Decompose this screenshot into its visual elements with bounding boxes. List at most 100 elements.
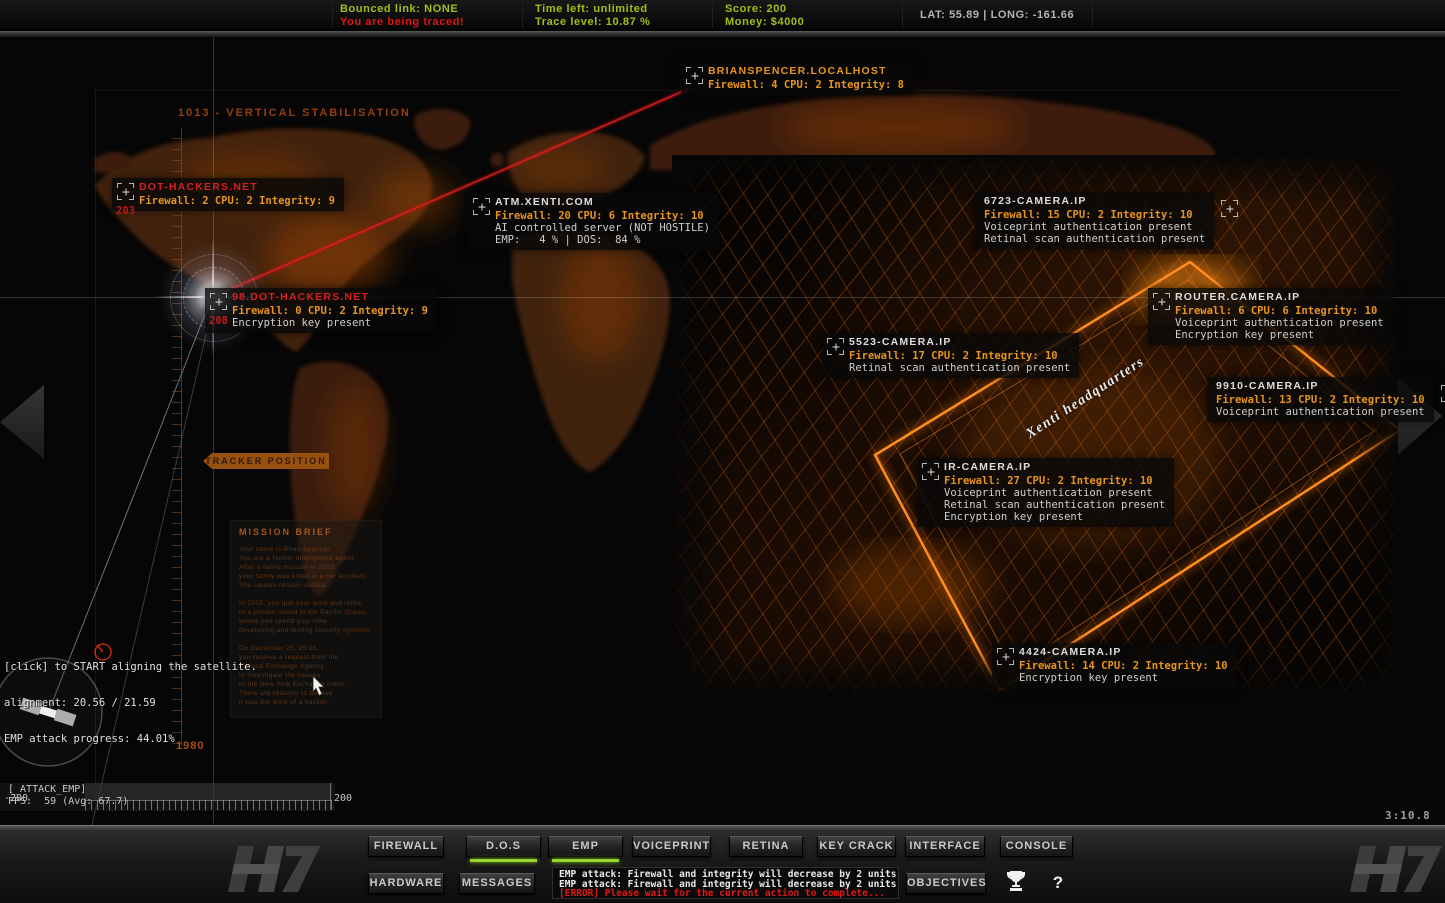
mission-brief-line: of the New York Exchange crash. (239, 680, 373, 689)
node-info-line: AI controlled server (NOT HOSTILE) (495, 222, 710, 234)
bounced-link-status: Bounced link: NONE (340, 3, 458, 15)
node-stats: Firewall: 15 CPU: 2 Integrity: 10 (984, 209, 1205, 221)
messages-button[interactable]: MESSAGES (459, 873, 535, 894)
node-hostname: IR-CAMERA.IP (944, 461, 1165, 473)
mission-brief-line: You are a former intelligence agent. (239, 554, 373, 563)
tracker-position-tag[interactable]: TRACKER POSITION (203, 453, 329, 469)
trophy-icon (1006, 870, 1026, 892)
node-info-line: Encryption key present (1175, 329, 1384, 341)
node-stats: Firewall: 14 CPU: 2 Integrity: 10 (1019, 660, 1228, 672)
node-6723-camera-ip[interactable]: 6723-CAMERA.IP Firewall: 15 CPU: 2 Integr… (975, 192, 1214, 249)
trace-level: Trace level: 10.87 % (535, 16, 650, 28)
top-status-bar: Bounced link: NONE You are being traced!… (0, 0, 1445, 31)
mission-brief-title: MISSION BRIEF (239, 527, 373, 537)
node-info-line: Retinal scan authentication present (984, 233, 1205, 245)
coordinates-display: LAT: 55.89 | LONG: -161.66 (920, 9, 1074, 21)
target-crosshair-icon (473, 198, 490, 215)
node-4424-camera-ip[interactable]: 4424-CAMERA.IP Firewall: 14 CPU: 2 Integr… (992, 643, 1237, 688)
mission-brief-line (239, 590, 373, 599)
mission-brief-line: you receive a request from the (239, 653, 373, 662)
target-crosshair-icon (827, 338, 844, 355)
mission-brief-line: In 2005, you quit your work and retire (239, 599, 373, 608)
voiceprint-button[interactable]: VOICEPRINT (632, 836, 711, 857)
time-left: Time left: unlimited (535, 3, 648, 15)
bottom-toolbar: FIREWALL D.O.S EMP VOICEPRINT RETINA KEY CRAC… (0, 825, 1445, 903)
satellite-hint-line: alignment: 20.56 / 21.59 (4, 697, 257, 709)
mission-brief-line: On December 25, 25:15, (239, 644, 373, 653)
ruler-endcap (330, 783, 331, 810)
mission-brief-line: Your name is Brian Spencer. (239, 545, 373, 554)
node-dot-hackers-net[interactable]: DOT-HACKERS.NET Firewall: 2 CPU: 2 Integr… (112, 178, 344, 211)
node-hostname: ATM.XENTI.COM (495, 196, 710, 208)
node-stats: Firewall: 4 CPU: 2 Integrity: 8 (708, 79, 904, 91)
node-hostname: ROUTER.CAMERA.IP (1175, 291, 1384, 303)
game-screen: 1013 - VERTICAL STABILISATION 1980 Xenti… (0, 0, 1445, 903)
console-button[interactable]: CONSOLE (1000, 836, 1073, 857)
money-display: Money: $4000 (725, 16, 804, 28)
mission-clock: 3:10.8 (1385, 809, 1431, 822)
hardware-button[interactable]: HARDWARE (368, 873, 444, 894)
topbar-bevel (0, 30, 1445, 37)
console-error-line: [ERROR] Please wait for the current acti… (559, 889, 892, 899)
node-hostname: 98.DOT-HACKERS.NET (232, 291, 428, 303)
node-stats: Firewall: 27 CPU: 2 Integrity: 10 (944, 475, 1165, 487)
node-hostname: 5523-CAMERA.IP (849, 336, 1070, 348)
target-crosshair-icon (1441, 385, 1445, 402)
interface-button[interactable]: INTERFACE (905, 836, 985, 857)
node-stats: Firewall: 17 CPU: 2 Integrity: 10 (849, 350, 1070, 362)
mission-brief-line: After a failed mission in 2003, (239, 563, 373, 572)
node-stats: Firewall: 2 CPU: 2 Integrity: 9 (139, 195, 335, 207)
trace-warning: You are being traced! (340, 16, 464, 28)
target-crosshair-icon (117, 183, 134, 200)
node-hostname: DOT-HACKERS.NET (139, 181, 335, 193)
mission-brief-line (239, 635, 373, 644)
achievements-button[interactable] (1000, 870, 1032, 896)
node-9910-camera-ip[interactable]: 9910-CAMERA.IP Firewall: 13 CPU: 2 Integr… (1207, 377, 1434, 422)
node-trace-number: 203 (116, 205, 135, 217)
node-info-line: Encryption key present (1019, 672, 1228, 684)
score-display: Score: 200 (725, 3, 787, 15)
mission-brief-line: to a private island in the Pacific Ocean… (239, 608, 373, 617)
d-o-s-button[interactable]: D.O.S (466, 836, 541, 857)
firewall-button[interactable]: FIREWALL (368, 836, 444, 857)
satellite-hint-line: EMP attack progress: 44.01% (4, 733, 257, 745)
mission-brief-line: to investigate the causes (239, 671, 373, 680)
mission-brief-line: The causes remain unclear. (239, 581, 373, 590)
target-crosshair-icon (997, 648, 1014, 665)
message-console: EMP attack: Firewall and integrity will … (552, 867, 899, 899)
target-crosshair-icon (1153, 293, 1170, 310)
node-98-dot-hackers-net[interactable]: 98.DOT-HACKERS.NET Firewall: 0 CPU: 2 Int… (205, 288, 437, 333)
satellite-hint-line: [click] to START aligning the satellite. (4, 661, 257, 673)
node-info-line: Encryption key present (944, 511, 1165, 523)
node-hostname: 4424-CAMERA.IP (1019, 646, 1228, 658)
node-ir-camera-ip[interactable]: IR-CAMERA.IP Firewall: 27 CPU: 2 Integrit… (917, 458, 1174, 527)
target-crosshair-icon (922, 463, 939, 480)
ruler-max-label: 200 (334, 793, 352, 804)
mission-brief-line: Federal Exchange Agency (239, 662, 373, 671)
mission-brief-line: developing and testing security systems. (239, 626, 373, 635)
target-crosshair-icon (686, 67, 703, 84)
help-button[interactable]: ? (1042, 870, 1074, 896)
node-hostname: 9910-CAMERA.IP (1216, 380, 1425, 392)
mission-brief-text: Your name is Brian Spencer.You are a for… (239, 545, 373, 707)
node-hostname: 6723-CAMERA.IP (984, 195, 1205, 207)
mission-brief-line: where you spend your time (239, 617, 373, 626)
node-stats: Firewall: 0 CPU: 2 Integrity: 9 (232, 305, 428, 317)
help-icon: ? (1053, 873, 1063, 892)
node-info-line: Retinal scan authentication present (944, 499, 1165, 511)
node-brianspencer-localhost[interactable]: BRIANSPENCER.LOCALHOSTFirewall: 4 CPU: 2… (681, 62, 913, 95)
node-atm-xenti-com[interactable]: ATM.XENTI.COMFirewall: 20 CPU: 6 Integri… (468, 193, 719, 250)
emp-button[interactable]: EMP (548, 836, 623, 857)
node-router-camera-ip[interactable]: ROUTER.CAMERA.IPFirewall: 6 CPU: 6 Integ… (1148, 288, 1393, 345)
retina-button[interactable]: RETINA (729, 836, 803, 857)
node-5523-camera-ip[interactable]: 5523-CAMERA.IP Firewall: 17 CPU: 2 Integr… (822, 333, 1079, 378)
node-info-line: EMP: 4 % | DOS: 84 % (495, 234, 710, 246)
mission-brief-line: your family was killed in a car accident… (239, 572, 373, 581)
node-stats: Firewall: 13 CPU: 2 Integrity: 10 (1216, 394, 1425, 406)
node-info-line: Retinal scan authentication present (849, 362, 1070, 374)
he-logo-left (228, 838, 320, 900)
node-info-line: Voiceprint authentication present (944, 487, 1165, 499)
objectives-button[interactable]: OBJECTIVES (906, 873, 986, 894)
he-logo-right (1350, 838, 1442, 900)
key-crack-button[interactable]: KEY CRACK (817, 836, 896, 857)
